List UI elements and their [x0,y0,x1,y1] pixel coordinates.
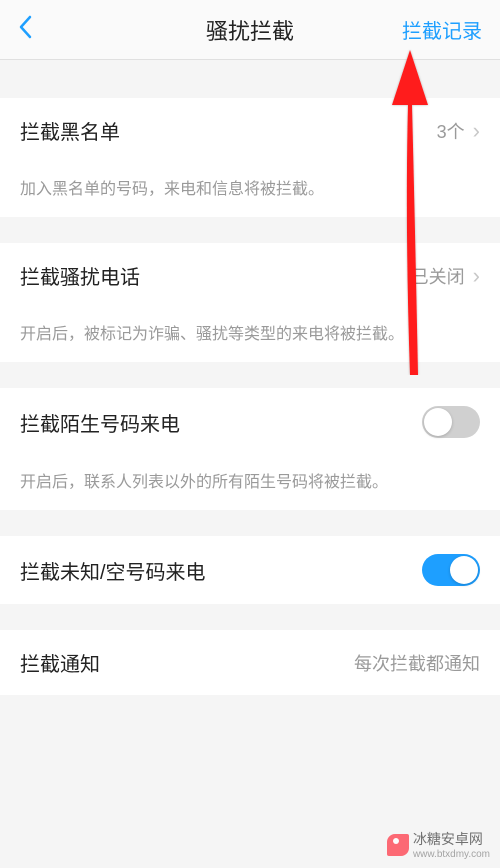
unknown-desc: 开启后，联系人列表以外的所有陌生号码将被拦截。 [0,456,500,510]
blacklist-title: 拦截黑名单 [20,116,120,145]
chevron-right-icon: › [473,118,480,144]
empty-section: 拦截未知/空号码来电 [0,536,500,604]
back-button[interactable] [18,14,58,46]
empty-toggle[interactable] [422,554,480,586]
blacklist-row[interactable]: 拦截黑名单 3个 › [0,98,500,163]
spam-section: 拦截骚扰电话 已关闭 › 开启后，被标记为诈骗、骚扰等类型的来电将被拦截。 [0,243,500,362]
notify-row[interactable]: 拦截通知 每次拦截都通知 [0,630,500,695]
spam-call-row[interactable]: 拦截骚扰电话 已关闭 › [0,243,500,308]
unknown-toggle[interactable] [422,406,480,438]
header: 骚扰拦截 拦截记录 [0,0,500,60]
blacklist-value: 3个 [437,118,465,144]
empty-title: 拦截未知/空号码来电 [20,556,206,585]
chevron-right-icon: › [473,263,480,289]
blacklist-section: 拦截黑名单 3个 › 加入黑名单的号码，来电和信息将被拦截。 [0,98,500,217]
spacer [0,604,500,630]
watermark-text: 冰糖安卓网 www.btxdmy.com [413,829,490,860]
watermark: 冰糖安卓网 www.btxdmy.com [387,829,490,860]
notify-section: 拦截通知 每次拦截都通知 [0,630,500,695]
blacklist-desc: 加入黑名单的号码，来电和信息将被拦截。 [0,163,500,217]
notify-value: 每次拦截都通知 [354,650,480,676]
row-right: 3个 › [437,118,480,144]
spam-call-desc: 开启后，被标记为诈骗、骚扰等类型的来电将被拦截。 [0,308,500,362]
spacer [0,60,500,98]
unknown-row: 拦截陌生号码来电 [0,388,500,456]
row-right: 每次拦截都通知 [354,650,480,676]
notify-title: 拦截通知 [20,648,100,677]
toggle-knob [450,556,478,584]
spam-call-title: 拦截骚扰电话 [20,261,140,290]
block-log-button[interactable]: 拦截记录 [402,15,482,44]
toggle-knob [424,408,452,436]
watermark-icon [387,834,409,856]
row-right: 已关闭 › [411,263,480,289]
spam-call-value: 已关闭 [411,263,465,289]
spacer [0,510,500,536]
page-title: 骚扰拦截 [206,14,294,46]
empty-row: 拦截未知/空号码来电 [0,536,500,604]
spacer [0,217,500,243]
spacer [0,362,500,388]
unknown-title: 拦截陌生号码来电 [20,408,180,437]
unknown-section: 拦截陌生号码来电 开启后，联系人列表以外的所有陌生号码将被拦截。 [0,388,500,510]
